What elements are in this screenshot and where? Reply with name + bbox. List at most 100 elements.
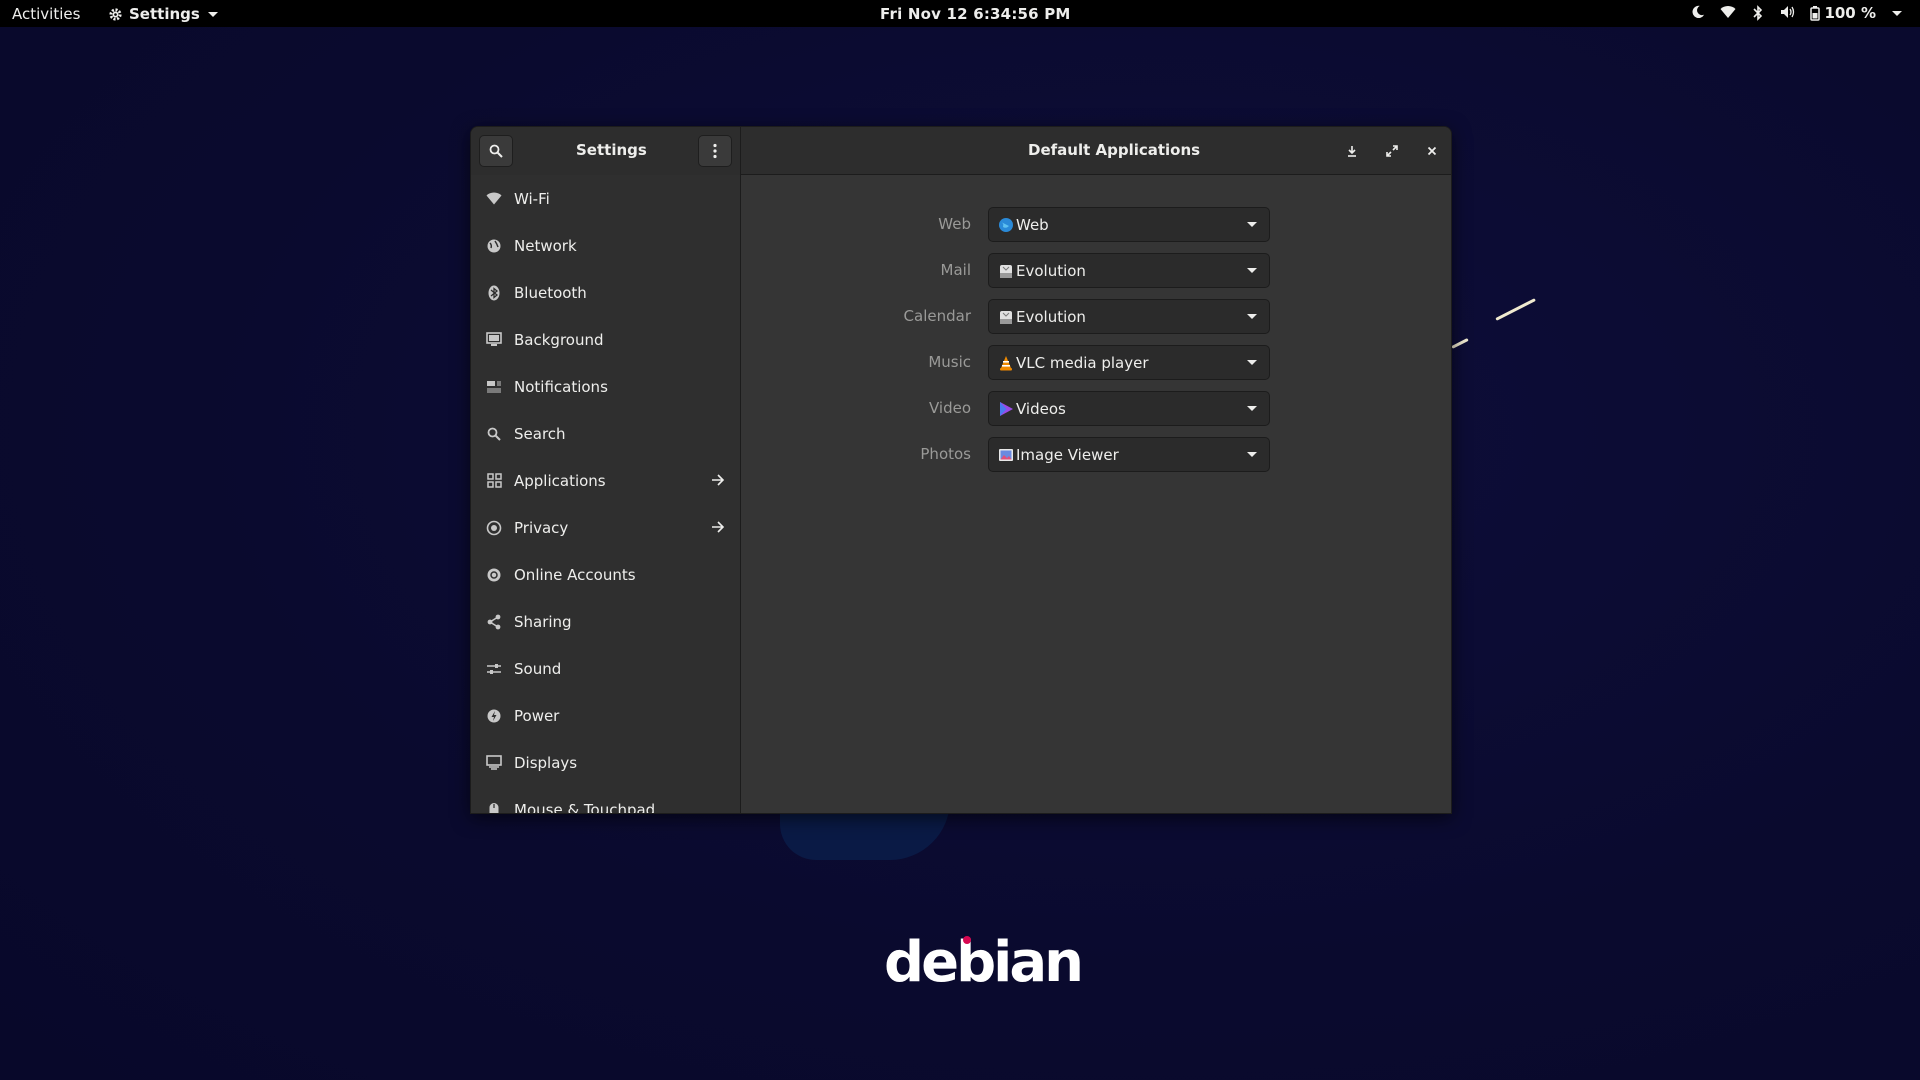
app-menu-label: Settings (129, 5, 200, 23)
sidebar-item-label: Search (514, 424, 566, 443)
evolution-icon (998, 309, 1014, 325)
desktop: debian Activities Settings Fri Nov 12 6:… (0, 0, 1920, 1080)
sidebar-item-label: Privacy (514, 518, 569, 537)
page-title: Default Applications (1028, 141, 1201, 159)
videos-icon (998, 401, 1014, 417)
chevron-down-icon (207, 11, 218, 17)
wifi-icon (485, 190, 503, 208)
activities-button[interactable]: Activities (12, 5, 80, 23)
arrow-right-icon (711, 471, 725, 490)
chevron-down-icon (1892, 10, 1902, 16)
dropdown-value: Videos (1016, 399, 1066, 418)
sidebar-item-mouse-touchpad[interactable]: Mouse & Touchpad (471, 786, 740, 814)
sidebar-item-search[interactable]: Search (471, 410, 740, 457)
chevron-down-icon (1247, 452, 1257, 457)
close-button[interactable] (1420, 139, 1444, 163)
wifi-icon (1720, 5, 1736, 21)
sidebar: Wi-Fi Network Bluetooth Background Notif… (471, 175, 741, 814)
row-label: Web (938, 215, 971, 233)
arrow-right-icon (711, 518, 725, 537)
dropdown-value: Image Viewer (1016, 445, 1119, 464)
default-row-mail: Mail (741, 258, 971, 282)
search-icon (485, 425, 503, 443)
default-row-photos: Photos (741, 442, 971, 466)
search-icon (489, 144, 503, 158)
sidebar-item-privacy[interactable]: Privacy (471, 504, 740, 551)
sidebar-item-label: Online Accounts (514, 565, 636, 584)
minimize-button[interactable] (1340, 139, 1364, 163)
sidebar-item-applications[interactable]: Applications (471, 457, 740, 504)
sidebar-item-network[interactable]: Network (471, 222, 740, 269)
default-applications-panel: Web Web Mail Evolution Calendar Evolutio… (741, 175, 1451, 813)
sidebar-item-label: Background (514, 330, 604, 349)
sidebar-item-label: Displays (514, 753, 578, 772)
photos-app-dropdown[interactable]: Image Viewer (988, 437, 1270, 472)
sidebar-header: Settings (471, 127, 741, 175)
online-accounts-icon (485, 566, 503, 584)
battery-percentage: 100 % (1824, 4, 1876, 22)
search-button[interactable] (479, 135, 513, 167)
sidebar-item-wifi[interactable]: Wi-Fi (471, 175, 740, 222)
network-icon (485, 237, 503, 255)
default-row-video: Video (741, 396, 971, 420)
maximize-icon (1386, 145, 1398, 157)
dropdown-value: Web (1016, 215, 1049, 234)
chevron-down-icon (1247, 222, 1257, 227)
row-label: Mail (940, 261, 971, 279)
calendar-app-dropdown[interactable]: Evolution (988, 299, 1270, 334)
sidebar-item-displays[interactable]: Displays (471, 739, 740, 786)
vertical-dots-icon (713, 143, 717, 159)
chevron-down-icon (1247, 406, 1257, 411)
chevron-down-icon (1247, 360, 1257, 365)
sidebar-item-label: Sound (514, 659, 562, 678)
dropdown-value: VLC media player (1016, 353, 1149, 372)
video-app-dropdown[interactable]: Videos (988, 391, 1270, 426)
evolution-icon (998, 263, 1014, 279)
close-icon (1427, 146, 1437, 156)
dropdown-value: Evolution (1016, 307, 1086, 326)
app-menu[interactable]: Settings (108, 5, 218, 23)
applications-icon (485, 472, 503, 490)
menu-button[interactable] (698, 135, 732, 167)
vlc-icon (998, 355, 1014, 371)
default-row-calendar: Calendar (741, 304, 971, 328)
sidebar-item-sound[interactable]: Sound (471, 645, 740, 692)
web-app-dropdown[interactable]: Web (988, 207, 1270, 242)
music-app-dropdown[interactable]: VLC media player (988, 345, 1270, 380)
sidebar-item-label: Sharing (514, 612, 572, 631)
maximize-button[interactable] (1380, 139, 1404, 163)
wallpaper-swirl (1451, 337, 1469, 349)
sidebar-title: Settings (576, 141, 647, 159)
sidebar-item-label: Wi-Fi (514, 189, 550, 208)
wallpaper-swirl (1495, 298, 1536, 321)
sidebar-item-label: Mouse & Touchpad (514, 800, 656, 814)
mail-app-dropdown[interactable]: Evolution (988, 253, 1270, 288)
sidebar-item-notifications[interactable]: Notifications (471, 363, 740, 410)
volume-icon (1780, 5, 1796, 21)
sidebar-item-bluetooth[interactable]: Bluetooth (471, 269, 740, 316)
sidebar-item-power[interactable]: Power (471, 692, 740, 739)
system-tray[interactable]: 100 % (1690, 4, 1902, 22)
settings-window: Settings Default Applications Wi-Fi Netw… (470, 126, 1452, 814)
web-browser-icon (998, 217, 1014, 233)
minimize-icon (1348, 146, 1356, 157)
sidebar-item-sharing[interactable]: Sharing (471, 598, 740, 645)
battery-indicator: 100 % (1810, 4, 1876, 22)
dropdown-value: Evolution (1016, 261, 1086, 280)
chevron-down-icon (1247, 268, 1257, 273)
row-label: Video (928, 399, 971, 417)
sidebar-item-label: Notifications (514, 377, 608, 396)
chevron-down-icon (1247, 314, 1257, 319)
row-label: Calendar (903, 307, 971, 325)
default-row-web: Web (741, 212, 971, 236)
clock[interactable]: Fri Nov 12 6:34:56 PM (880, 5, 1071, 23)
sidebar-item-online-accounts[interactable]: Online Accounts (471, 551, 740, 598)
sound-icon (485, 660, 503, 678)
sidebar-item-label: Power (514, 706, 560, 725)
sidebar-item-background[interactable]: Background (471, 316, 740, 363)
bluetooth-icon (1750, 5, 1766, 21)
displays-icon (485, 754, 503, 772)
sidebar-item-label: Network (514, 236, 577, 255)
bluetooth-icon (485, 284, 503, 302)
background-icon (485, 331, 503, 349)
